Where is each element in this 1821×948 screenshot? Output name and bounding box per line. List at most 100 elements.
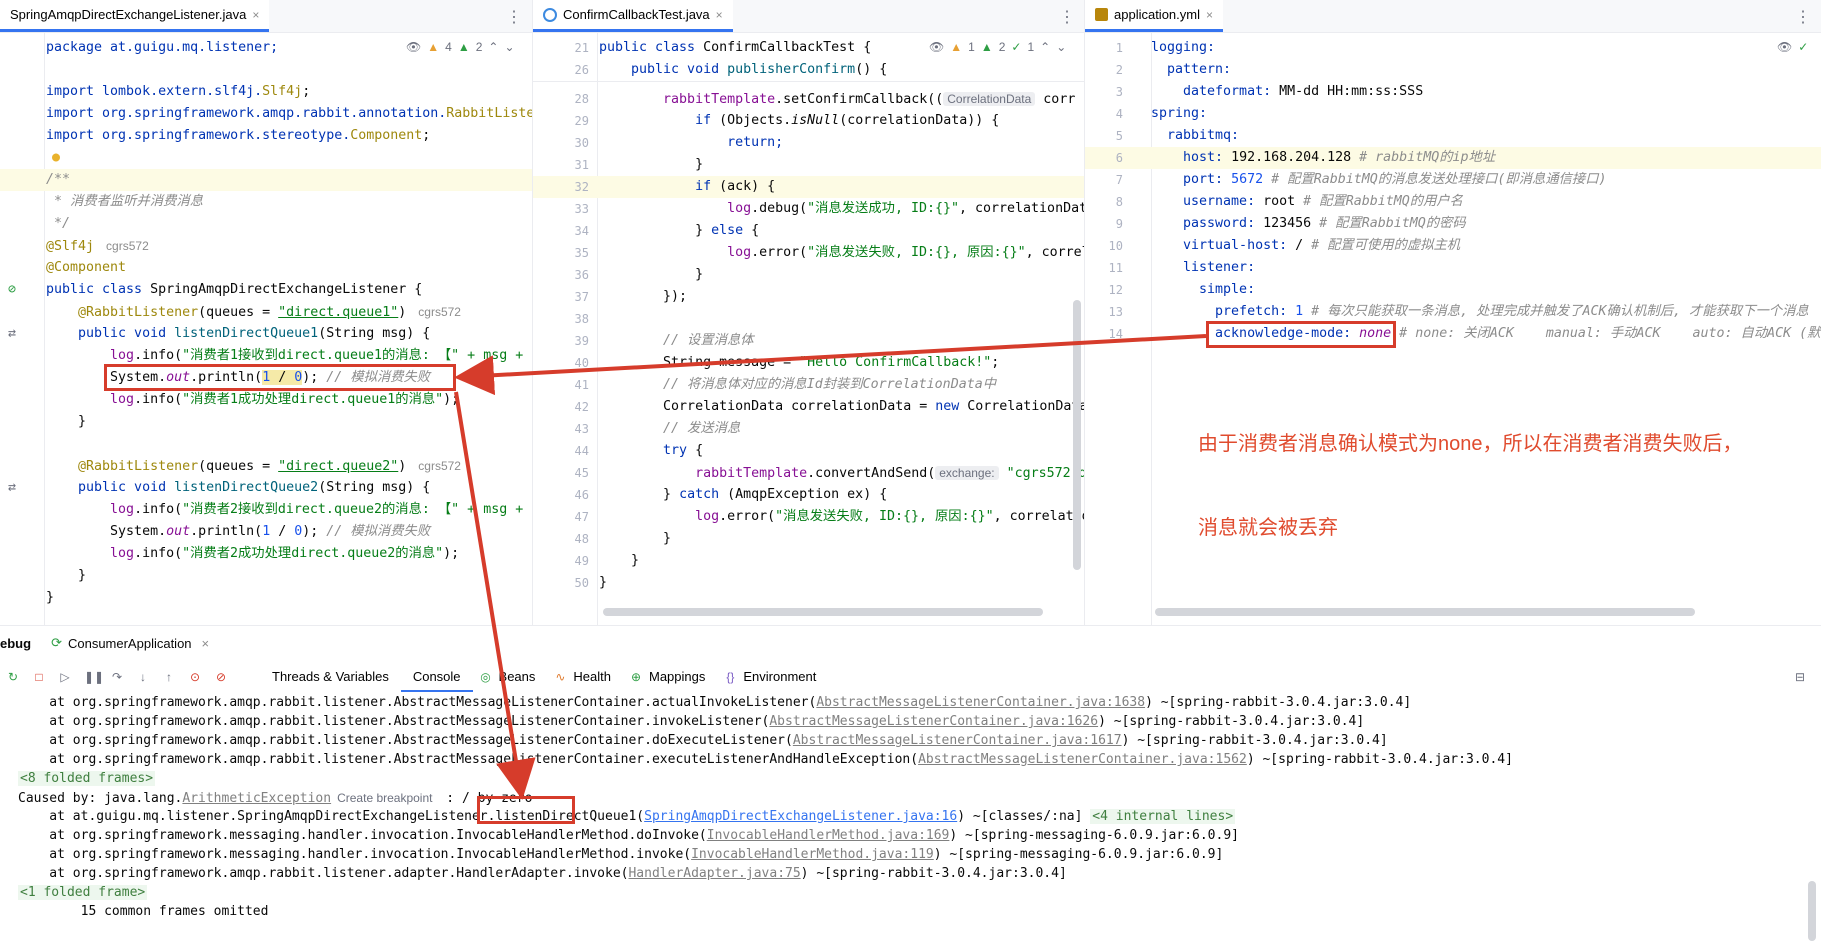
horizontal-scrollbar[interactable]: [1155, 608, 1695, 616]
bulb-icon[interactable]: ●: [52, 147, 60, 169]
console-scrollbar[interactable]: [1808, 881, 1816, 941]
source-link[interactable]: AbstractMessageListenerContainer.java:15…: [918, 752, 1247, 767]
line-number: 10: [1108, 239, 1123, 253]
run-gutter-icon[interactable]: ⇄: [8, 477, 16, 499]
debug-title: ebug: [0, 635, 32, 651]
yaml-key: pattern:: [1151, 62, 1232, 77]
tab-title: SpringAmqpDirectExchangeListener.java: [10, 7, 247, 22]
view-breakpoints-icon[interactable]: ⊙: [188, 670, 202, 684]
code-token: import org.springframework.amqp.rabbit.a…: [46, 106, 447, 121]
close-icon[interactable]: ×: [252, 8, 259, 22]
code-token: log: [46, 392, 135, 407]
code-token: .debug(: [751, 201, 808, 216]
code-token: ): [398, 459, 407, 474]
code-token: @Slf4j: [46, 239, 95, 254]
console-output[interactable]: at org.springframework.amqp.rabbit.liste…: [18, 692, 1809, 948]
pause-icon[interactable]: ❚❚: [84, 670, 104, 684]
internal-lines[interactable]: <4 internal lines>: [1090, 809, 1236, 824]
run-config-tab[interactable]: ConsumerApplication: [68, 636, 192, 651]
code-token: (String msg) {: [318, 326, 431, 341]
code-token: "direct.queue1": [278, 305, 399, 320]
resume-icon[interactable]: ▷: [58, 670, 72, 684]
middle-code-area[interactable]: 21 public class ConfirmCallbackTest { 26 …: [533, 37, 1085, 625]
step-over-icon[interactable]: ↷: [110, 670, 124, 684]
mute-breakpoints-icon[interactable]: ⊘: [214, 670, 228, 684]
yaml-key: password:: [1151, 216, 1256, 231]
yaml-key: host:: [1151, 150, 1224, 165]
code-token: );: [443, 392, 460, 407]
code-token: "Hello ConfirmCallback!": [799, 355, 992, 370]
yaml-key: username:: [1151, 194, 1256, 209]
source-link[interactable]: AbstractMessageListenerContainer.java:16…: [769, 714, 1098, 729]
line-number: 41: [574, 378, 589, 392]
code-token: ): [398, 305, 407, 320]
tab-health[interactable]: Health: [573, 662, 623, 692]
code-token: (queues =: [198, 305, 279, 320]
code-token: ;: [302, 84, 311, 99]
yaml-key: prefetch:: [1151, 304, 1288, 319]
tab-confirm-callback-test[interactable]: ConfirmCallbackTest.java ×: [533, 0, 733, 32]
annotation-note: 由于消费者消息确认模式为none，所以在消费者消费失败后， 消息就会被丢弃: [1198, 374, 1743, 570]
line-number: 9: [1115, 217, 1123, 231]
frames-omitted: 15 common frames omitted: [18, 904, 269, 919]
code-token: , correlatio: [993, 509, 1085, 524]
bean-gutter-icon[interactable]: ⊘: [8, 279, 16, 301]
source-link[interactable]: AbstractMessageListenerContainer.java:16…: [793, 733, 1122, 748]
line-number: 30: [574, 136, 589, 150]
close-icon[interactable]: ×: [202, 636, 210, 651]
code-token: ConfirmCallbackTest: [703, 40, 856, 55]
horizontal-scrollbar[interactable]: [603, 608, 1043, 616]
step-out-icon[interactable]: ↑: [162, 670, 176, 684]
source-link[interactable]: SpringAmqpDirectExchangeListener.java:16: [644, 809, 957, 824]
more-icon[interactable]: ⋮: [1059, 7, 1075, 27]
environment-icon: {}: [726, 670, 735, 684]
tab-title: application.yml: [1114, 7, 1200, 22]
tab-environment[interactable]: Environment: [743, 662, 828, 692]
tab-application-yml[interactable]: application.yml ×: [1085, 0, 1224, 32]
line-number: 45: [574, 466, 589, 480]
mappings-icon: ⊕: [630, 670, 642, 684]
line-number: 39: [574, 334, 589, 348]
more-icon[interactable]: ⋮: [1795, 7, 1811, 27]
left-code-area[interactable]: package at.guigu.mq.listener; import lom…: [0, 37, 532, 625]
code-token: public class: [599, 40, 704, 55]
close-icon[interactable]: ×: [716, 8, 723, 22]
close-icon[interactable]: ×: [1206, 8, 1213, 22]
step-into-icon[interactable]: ↓: [136, 670, 150, 684]
more-icon[interactable]: ⋮: [506, 7, 522, 27]
code-token: (AmqpException ex) {: [719, 487, 888, 502]
code-token: (String msg) {: [318, 480, 431, 495]
yaml-key: spring:: [1151, 106, 1208, 121]
code-token: () {: [855, 62, 888, 77]
line-number: 12: [1108, 283, 1123, 297]
source-link[interactable]: AbstractMessageListenerContainer.java:16…: [816, 695, 1145, 710]
layout-icon[interactable]: ⊟: [1793, 670, 1807, 684]
yaml-value: 123456: [1255, 216, 1320, 231]
code-token: // 设置消息体: [599, 333, 754, 348]
tab-threads-variables[interactable]: Threads & Variables: [260, 662, 401, 692]
exception-link[interactable]: ArithmeticException: [182, 791, 331, 806]
code-token: }: [46, 568, 87, 583]
code-token: @Component: [46, 260, 127, 275]
source-link[interactable]: InvocableHandlerMethod.java:119: [691, 847, 934, 862]
code-token: 1: [262, 524, 271, 539]
yaml-comment: # none: 关闭ACK manual: 手动ACK auto: 自动ACK …: [1391, 326, 1821, 341]
tab-beans[interactable]: Beans: [499, 662, 548, 692]
tab-springamqp-listener[interactable]: SpringAmqpDirectExchangeListener.java ×: [0, 0, 270, 32]
code-token: if: [599, 113, 720, 128]
create-breakpoint-link[interactable]: Create breakpoint: [337, 791, 432, 805]
code-token: rabbitTemplate: [599, 92, 776, 107]
beans-icon: ◎: [480, 670, 491, 684]
tab-mappings[interactable]: Mappings: [649, 662, 717, 692]
annotation-note-line2: 消息就会被丢弃: [1198, 517, 1338, 539]
run-gutter-icon[interactable]: ⇄: [8, 323, 16, 345]
code-token: {: [855, 40, 872, 55]
rerun-icon[interactable]: ↻: [6, 670, 20, 684]
source-link[interactable]: InvocableHandlerMethod.java:169: [707, 828, 950, 843]
author-hint: cgrs572: [418, 305, 461, 319]
vertical-scrollbar[interactable]: [1073, 300, 1081, 570]
stop-icon[interactable]: □: [32, 670, 46, 684]
debug-toolbar: ↻ □ ▷ ❚❚ ↷ ↓ ↑ ⊙ ⊘ Threads & Variables C…: [0, 662, 1821, 692]
source-link[interactable]: HandlerAdapter.java:75: [628, 866, 800, 881]
tab-console[interactable]: Console: [400, 662, 473, 692]
